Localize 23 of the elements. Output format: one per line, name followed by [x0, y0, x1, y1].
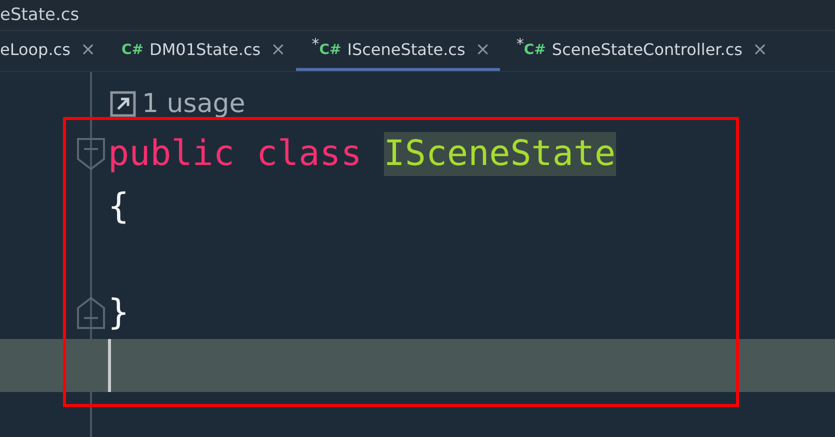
csharp-file-icon: C#	[319, 42, 342, 58]
editor-tab[interactable]: *C# SceneStateController.cs ×	[500, 31, 778, 71]
modified-mark: *	[516, 37, 524, 52]
modified-mark: *	[312, 37, 320, 52]
fold-end-icon[interactable]	[76, 296, 106, 330]
csharp-file-icon: C#	[524, 42, 546, 58]
fold-start-icon[interactable]	[76, 136, 106, 170]
csharp-file-icon: C#	[122, 42, 144, 58]
brace-text: }	[108, 292, 130, 332]
close-icon[interactable]: ×	[475, 40, 490, 60]
editor-tab[interactable]: C# DM01State.cs ×	[106, 31, 296, 71]
editor-tab[interactable]: *C# ISceneState.cs ×	[296, 31, 500, 71]
text-cursor	[108, 339, 111, 392]
keyword-text: public	[108, 134, 234, 174]
brace-text: {	[108, 186, 130, 226]
class-name-text: ISceneState	[384, 132, 616, 176]
keyword-text: class	[256, 134, 362, 174]
editor-tab[interactable]: eLoop.cs ×	[0, 31, 106, 71]
close-icon[interactable]: ×	[270, 40, 286, 60]
close-icon[interactable]: ×	[80, 40, 96, 60]
usage-hint[interactable]: 1 usage	[142, 89, 246, 119]
close-icon[interactable]: ×	[752, 40, 768, 60]
window-title: eState.cs	[0, 5, 80, 25]
